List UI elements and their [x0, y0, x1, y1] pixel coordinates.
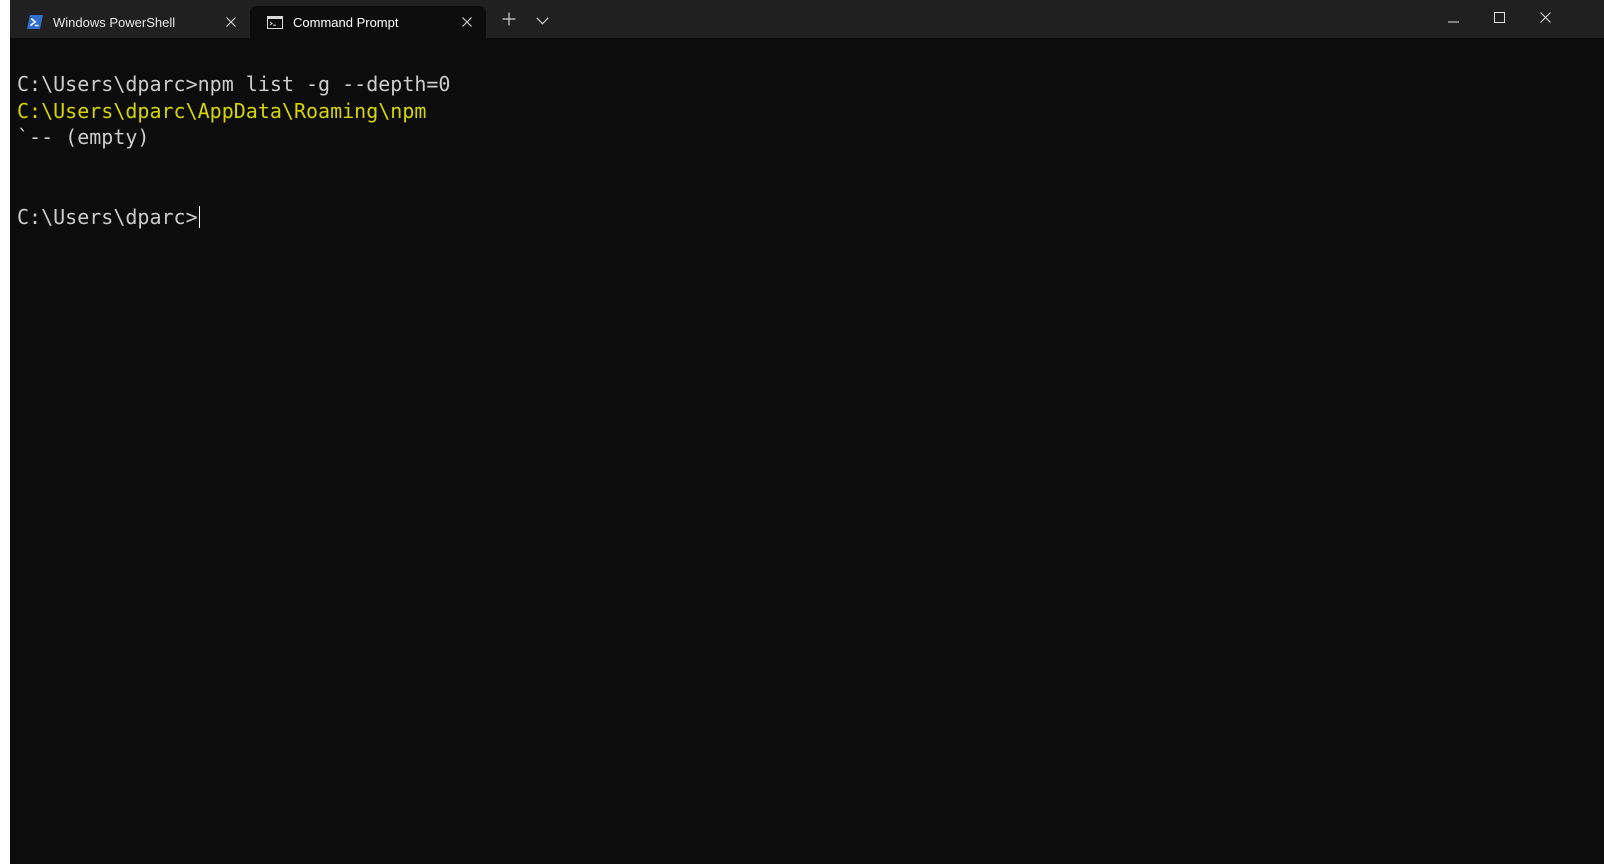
terminal-prompt: C:\Users\dparc>	[17, 204, 198, 229]
window-close-button[interactable]	[1522, 0, 1568, 38]
chevron-down-icon	[535, 12, 549, 30]
maximize-button[interactable]	[1476, 0, 1522, 38]
text-cursor	[198, 205, 200, 228]
tab-label: Windows PowerShell	[53, 14, 176, 30]
tab-command-prompt[interactable]: Command Prompt	[250, 6, 486, 38]
new-tab-button[interactable]	[495, 8, 523, 34]
maximize-icon	[1493, 10, 1505, 28]
terminal-window: Windows PowerShell Command Prompt C:\Use…	[10, 0, 1604, 864]
minimize-icon	[1447, 10, 1459, 28]
terminal-line-empty-result: `-- (empty)	[17, 125, 150, 149]
tab-dropdown-button[interactable]	[528, 8, 556, 34]
terminal-line-command: C:\Users\dparc>npm list -g --depth=0	[17, 72, 451, 96]
terminal-output[interactable]: C:\Users\dparc>npm list -g --depth=0 C:\…	[10, 38, 1604, 864]
tab-windows-powershell[interactable]: Windows PowerShell	[10, 6, 250, 38]
powershell-icon	[26, 13, 44, 31]
close-icon[interactable]	[220, 11, 242, 33]
cmd-icon	[266, 13, 284, 31]
close-icon[interactable]	[456, 11, 478, 33]
title-bar: Windows PowerShell Command Prompt	[10, 0, 1604, 38]
tab-label: Command Prompt	[293, 14, 399, 30]
minimize-button[interactable]	[1430, 0, 1476, 38]
terminal-prompt-line[interactable]: C:\Users\dparc>	[17, 204, 1604, 231]
terminal-line-npm-path: C:\Users\dparc\AppData\Roaming\npm	[17, 98, 427, 123]
close-icon	[1539, 10, 1551, 28]
plus-icon	[502, 12, 516, 31]
